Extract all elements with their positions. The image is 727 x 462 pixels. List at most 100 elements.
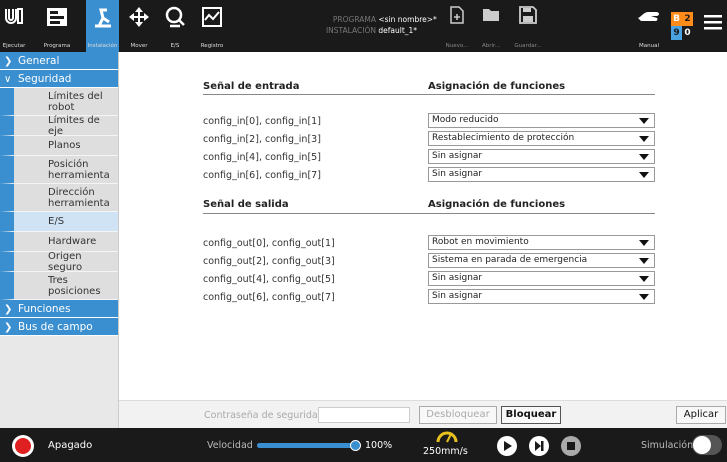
sidebar-item-tool-position[interactable]: Posición herramienta <box>0 156 118 184</box>
output-function-select[interactable]: Sistema en parada de emergencia <box>428 253 655 268</box>
dropdown-arrow-icon <box>639 276 649 282</box>
new-button[interactable]: Nuevo... <box>442 0 472 52</box>
save-button[interactable]: Guardar... <box>510 0 546 52</box>
badge-2: 2 <box>682 12 693 26</box>
output-function-select[interactable]: Sin asignar <box>428 271 655 286</box>
log-tab[interactable]: Registro <box>195 0 229 52</box>
play-icon[interactable] <box>497 436 517 456</box>
sidebar-item-label: Límites del robot <box>48 90 103 113</box>
unlock-button[interactable]: Desbloquear <box>419 406 497 424</box>
output-signal-name: config_out[6], config_out[7] <box>203 292 335 303</box>
sidebar-item-functions[interactable]: ❯ Funciones <box>0 300 118 318</box>
password-input[interactable] <box>318 407 410 423</box>
sidebar-item-fieldbus[interactable]: ❯ Bus de campo <box>0 318 118 336</box>
io-icon <box>165 6 185 28</box>
power-off-icon[interactable] <box>11 434 35 458</box>
ur-logo-icon <box>5 8 23 24</box>
installation-tab[interactable]: Instalación <box>86 0 119 52</box>
chevron-down-icon: ∨ <box>4 74 12 85</box>
status-badge: B 2 9 0 <box>671 12 693 40</box>
apply-button[interactable]: Aplicar <box>676 406 726 424</box>
manual-mode-label: Manual <box>639 43 659 49</box>
speed-gauge-icon <box>436 431 458 443</box>
dropdown-arrow-icon <box>639 294 649 300</box>
log-tab-label: Registro <box>200 43 224 49</box>
sidebar-item-planes[interactable]: Planos <box>0 136 118 156</box>
input-signal-name: config_in[4], config_in[5] <box>203 152 321 163</box>
password-label: Contraseña de seguridad <box>204 410 324 421</box>
speed-slider[interactable] <box>257 440 361 451</box>
output-function-select[interactable]: Robot en movimiento <box>428 235 655 250</box>
run-tab-label: Ejecutar <box>2 43 26 49</box>
sidebar-item-tool-direction[interactable]: Dirección herramienta <box>0 184 118 212</box>
sidebar-item-label: Seguridad <box>18 73 72 85</box>
output-function-select[interactable]: Sin asignar <box>428 289 655 304</box>
safety-password-bar: Contraseña de seguridad Desbloquear Bloq… <box>119 400 727 428</box>
manual-mode-button[interactable]: Manual <box>634 0 664 52</box>
sidebar-item-label: Origen seguro <box>48 250 83 273</box>
sidebar-item-io[interactable]: E/S <box>0 212 118 232</box>
run-tab[interactable]: Ejecutar <box>0 0 28 52</box>
badge-b: B <box>671 12 682 26</box>
output-signal-name: config_out[0], config_out[1] <box>203 238 335 249</box>
sidebar-item-label: Funciones <box>18 303 71 315</box>
open-button[interactable]: Abrir... <box>477 0 505 52</box>
sidebar-item-safe-home[interactable]: Origen seguro <box>0 250 118 273</box>
output-signal-header: Señal de salida <box>203 199 289 210</box>
speed-label: Velocidad <box>207 440 253 451</box>
speed-slider-fill <box>257 443 359 448</box>
select-value: Sin asignar <box>432 291 483 301</box>
io-settings-panel: Señal de entrada Asignación de funciones… <box>119 52 727 400</box>
save-disk-icon <box>519 6 537 24</box>
program-tab-label: Programa <box>43 43 71 49</box>
select-value: Modo reducido <box>432 115 499 125</box>
badge-0: 0 <box>682 26 693 40</box>
robot-status-text: Apagado <box>48 440 93 451</box>
input-signal-name: config_in[6], config_in[7] <box>203 170 321 181</box>
sidebar-item-three-position[interactable]: Tres posiciones <box>0 272 118 300</box>
badge-9: 9 <box>671 26 682 40</box>
sidebar-item-security[interactable]: ∨ Seguridad <box>0 70 118 88</box>
program-name: <sin nombre>* <box>378 15 437 24</box>
open-button-label: Abrir... <box>481 43 501 49</box>
new-button-label: Nuevo... <box>445 43 469 49</box>
io-tab[interactable]: E/S <box>160 0 190 52</box>
input-function-select[interactable]: Sin asignar <box>428 149 655 164</box>
move-tab[interactable]: Mover <box>125 0 153 52</box>
sidebar-item-joint-limits[interactable]: Límites de eje <box>0 115 118 137</box>
speed-slider-handle[interactable] <box>350 440 361 451</box>
sidebar-item-label: E/S <box>48 216 65 227</box>
sidebar-item-hardware[interactable]: Hardware <box>0 232 118 252</box>
input-signal-name: config_in[2], config_in[3] <box>203 134 321 145</box>
log-chart-icon <box>202 7 222 27</box>
dropdown-arrow-icon <box>639 154 649 160</box>
step-icon[interactable] <box>529 436 549 456</box>
stop-icon[interactable] <box>561 436 581 456</box>
input-function-select[interactable]: Sin asignar <box>428 167 655 182</box>
sidebar: ❯ General ∨ Seguridad Límites del robot Lí… <box>0 52 119 428</box>
installation-key: INSTALACIÓN <box>325 26 376 35</box>
sidebar-item-label: Tres posiciones <box>48 274 101 297</box>
speed-percent: 100% <box>365 440 393 451</box>
menu-button[interactable] <box>702 0 724 52</box>
select-value: Sistema en parada de emergencia <box>432 255 588 265</box>
new-file-icon <box>450 6 464 24</box>
sidebar-item-general[interactable]: ❯ General <box>0 52 118 70</box>
program-info: PROGRAMA <sin nombre>* INSTALACIÓN defau… <box>310 14 437 36</box>
sidebar-item-robot-limits[interactable]: Límites del robot <box>0 88 118 116</box>
simulation-toggle[interactable] <box>692 435 722 455</box>
input-function-select[interactable]: Restablecimiento de protección <box>428 131 655 146</box>
dropdown-arrow-icon <box>639 258 649 264</box>
input-signal-header: Señal de entrada <box>203 81 300 92</box>
output-function-header: Asignación de funciones <box>428 199 566 210</box>
dropdown-arrow-icon <box>639 136 649 142</box>
program-tab[interactable]: Programa <box>28 0 86 52</box>
input-function-select[interactable]: Modo reducido <box>428 113 655 128</box>
move-arrows-icon <box>129 7 149 27</box>
tcp-speed-value: 250mm/s <box>423 446 468 457</box>
hamburger-menu-icon <box>704 15 722 30</box>
lock-button[interactable]: Bloquear <box>501 406 561 424</box>
hand-icon <box>638 12 659 21</box>
input-signal-name: config_in[0], config_in[1] <box>203 116 321 127</box>
move-tab-label: Mover <box>130 43 148 49</box>
